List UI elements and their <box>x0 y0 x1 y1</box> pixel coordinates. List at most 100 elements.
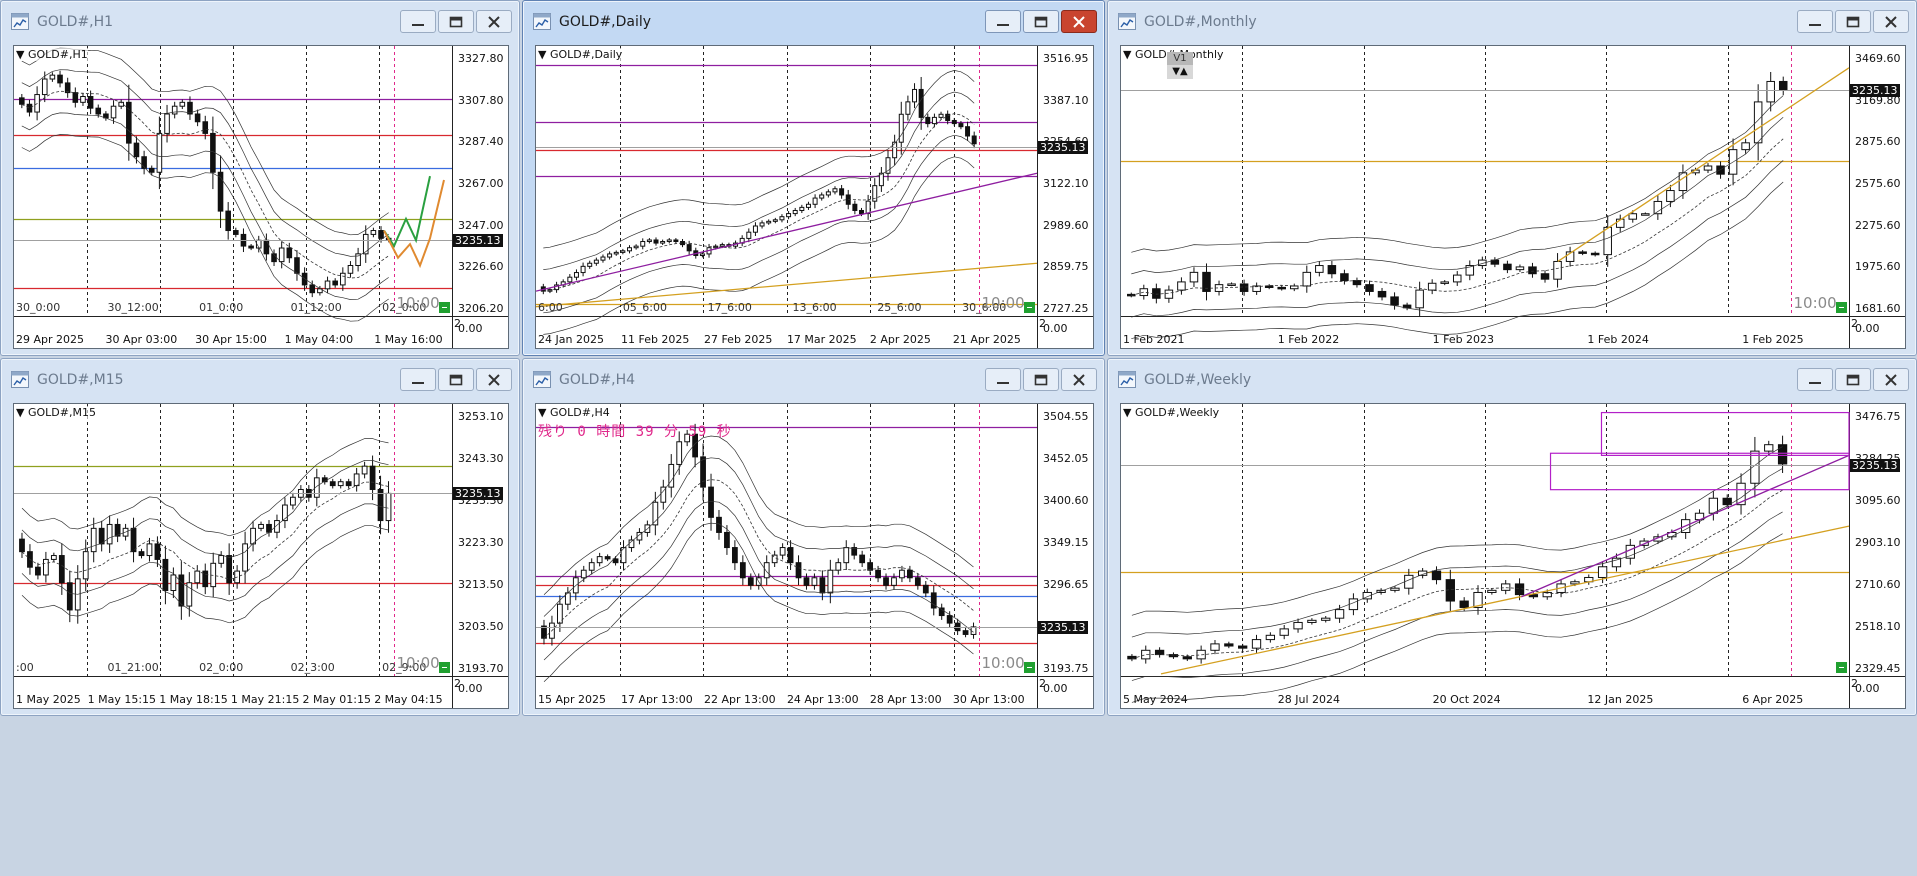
chart-plot-area[interactable]: 3516.953387.103254.603122.102989.602859.… <box>535 45 1094 349</box>
close-button[interactable] <box>476 10 512 33</box>
candle-body <box>859 554 866 564</box>
candle-body <box>951 119 957 125</box>
candle-body <box>1321 617 1331 621</box>
title-bar[interactable]: GOLD#,H4 <box>523 359 1104 403</box>
minimize-button[interactable] <box>985 10 1021 33</box>
candle-body <box>19 97 25 105</box>
trend-line[interactable] <box>1557 67 1850 262</box>
candle-body <box>593 259 599 264</box>
trade-panel-toggle-icon[interactable] <box>1024 662 1035 673</box>
candle-body <box>355 253 361 266</box>
minimize-button[interactable] <box>1797 368 1833 391</box>
candle-body <box>620 547 627 564</box>
maximize-button[interactable] <box>438 368 474 391</box>
candle-body <box>962 630 969 635</box>
close-button[interactable] <box>1061 368 1097 391</box>
chart-window-h1[interactable]: GOLD#,H1 3327.80 3307.80 3287.40 3267.00 3247… <box>0 0 520 356</box>
title-bar[interactable]: GOLD#,M15 <box>1 359 519 403</box>
candle-body <box>1540 273 1550 280</box>
minimize-button[interactable] <box>400 368 436 391</box>
chart-window-monthly[interactable]: GOLD#,Monthly 3469.60 3169.80 2875.60 2575.6… <box>1107 0 1917 356</box>
chart-plot-area[interactable]: 3327.80 3307.80 3287.40 3267.00 3247.00 3226.… <box>13 45 509 349</box>
candle-body <box>1327 265 1337 275</box>
one-click-trade-badge[interactable]: V1 ▼▲ <box>1167 52 1193 82</box>
candle-body <box>1501 583 1511 591</box>
window-title: GOLD#,H1 <box>37 14 114 30</box>
close-button[interactable] <box>1061 10 1097 33</box>
maximize-button[interactable] <box>1023 10 1059 33</box>
time-axis-label: 17 Apr 13:00 <box>620 693 693 706</box>
minimize-button[interactable] <box>400 10 436 33</box>
server-time-label: 10:00 <box>1793 294 1837 312</box>
candle-body <box>66 582 73 611</box>
bollinger-band-line <box>21 438 389 537</box>
candle-body <box>377 488 384 522</box>
price-chart[interactable] <box>1121 46 1906 349</box>
trade-panel-toggle-icon[interactable] <box>1836 662 1847 673</box>
chart-menu-arrow-icon[interactable]: ▼ <box>538 406 546 419</box>
chart-plot-area[interactable]: 3476.753284.253095.602903.102710.602518.… <box>1120 403 1906 709</box>
chart-window-weekly[interactable]: GOLD#,Weekly3476.753284.253095.602903.10… <box>1107 358 1917 716</box>
title-bar[interactable]: GOLD#,Monthly <box>1108 1 1916 45</box>
minimize-button[interactable] <box>985 368 1021 391</box>
chart-window-icon <box>1118 13 1136 30</box>
maximize-button[interactable] <box>1835 10 1871 33</box>
title-bar[interactable]: GOLD#,Daily <box>523 1 1104 45</box>
chart-menu-arrow-icon[interactable]: ▼ <box>16 48 24 61</box>
maximize-button[interactable] <box>438 10 474 33</box>
trend-line[interactable] <box>536 172 1038 292</box>
candle-body <box>779 547 786 556</box>
time-axis-label: 20 Oct 2024 <box>1432 693 1501 706</box>
up-down-arrows-icon[interactable]: ▼▲ <box>1167 65 1193 79</box>
price-scale-label: 2329.45 <box>1855 662 1901 675</box>
trend-line[interactable] <box>1521 454 1850 598</box>
symbol-text: GOLD#,H1 <box>27 48 88 61</box>
chart-menu-arrow-icon[interactable]: ▼ <box>1123 406 1131 419</box>
chart-window-h4[interactable]: GOLD#,H4 3504.55 3452.05 3400.60 3349.15 3296… <box>522 358 1105 716</box>
maximize-button[interactable] <box>1023 368 1059 391</box>
close-button[interactable] <box>476 368 512 391</box>
forecast-alt-path[interactable] <box>383 179 445 269</box>
close-button[interactable] <box>1873 368 1909 391</box>
chart-plot-area[interactable]: 3469.60 3169.80 2875.60 2575.60 2275.60 1975.… <box>1120 45 1906 349</box>
chart-window-m15[interactable]: GOLD#,M15 3253.10 3243.30 3233.30 3223.30 321… <box>0 358 520 716</box>
price-scale-label: 3327.80 <box>458 52 504 65</box>
close-button[interactable] <box>1873 10 1909 33</box>
minimize-button[interactable] <box>1797 10 1833 33</box>
chart-menu-arrow-icon[interactable]: ▼ <box>538 48 546 61</box>
zone-rectangle[interactable] <box>1549 452 1850 491</box>
trade-panel-toggle-icon[interactable] <box>1836 302 1847 313</box>
price-scale-label: 3226.60 <box>458 260 504 274</box>
candle-body <box>587 262 593 267</box>
price-scale-label: 2859.75 <box>1043 260 1089 274</box>
forecast-up-path[interactable] <box>383 175 431 249</box>
candle-body <box>686 244 692 252</box>
price-chart[interactable] <box>1121 404 1906 709</box>
title-bar[interactable]: GOLD#,H1 <box>1 1 519 45</box>
candle-body <box>353 473 360 487</box>
trend-line[interactable] <box>1160 525 1850 675</box>
trade-panel-toggle-icon[interactable] <box>1024 302 1035 313</box>
zone-rectangle[interactable] <box>1600 411 1850 457</box>
candle-body <box>340 272 346 286</box>
chart-window-daily[interactable]: GOLD#,Daily3516.953387.103254.603122.102… <box>522 0 1105 356</box>
candle-body <box>194 570 201 584</box>
candle-body <box>1164 289 1174 299</box>
candle-body <box>248 245 254 249</box>
chart-plot-area[interactable]: 3504.553452.053400.603349.153296.653245.… <box>535 403 1094 709</box>
time-axis-label: 30 Apr 15:00 <box>195 333 267 346</box>
chart-menu-arrow-icon[interactable]: ▼ <box>1123 48 1131 61</box>
candle-body <box>1224 643 1234 647</box>
chart-plot-area[interactable]: 3253.10 3243.30 3233.30 3223.30 3213.50 3203.… <box>13 403 509 709</box>
session-tick-label: 01_12:00 <box>290 301 342 314</box>
candle-body <box>385 492 392 522</box>
bollinger-band-line <box>1131 511 1783 681</box>
moving-average-line <box>1131 489 1783 660</box>
trade-panel-toggle-icon[interactable] <box>439 662 450 673</box>
trade-panel-toggle-icon[interactable] <box>439 302 450 313</box>
time-axis-label: 12 Jan 2025 <box>1587 693 1654 706</box>
badge-label: V1 <box>1167 52 1193 65</box>
chart-menu-arrow-icon[interactable]: ▼ <box>16 406 24 419</box>
maximize-button[interactable] <box>1835 368 1871 391</box>
title-bar[interactable]: GOLD#,Weekly <box>1108 359 1916 403</box>
